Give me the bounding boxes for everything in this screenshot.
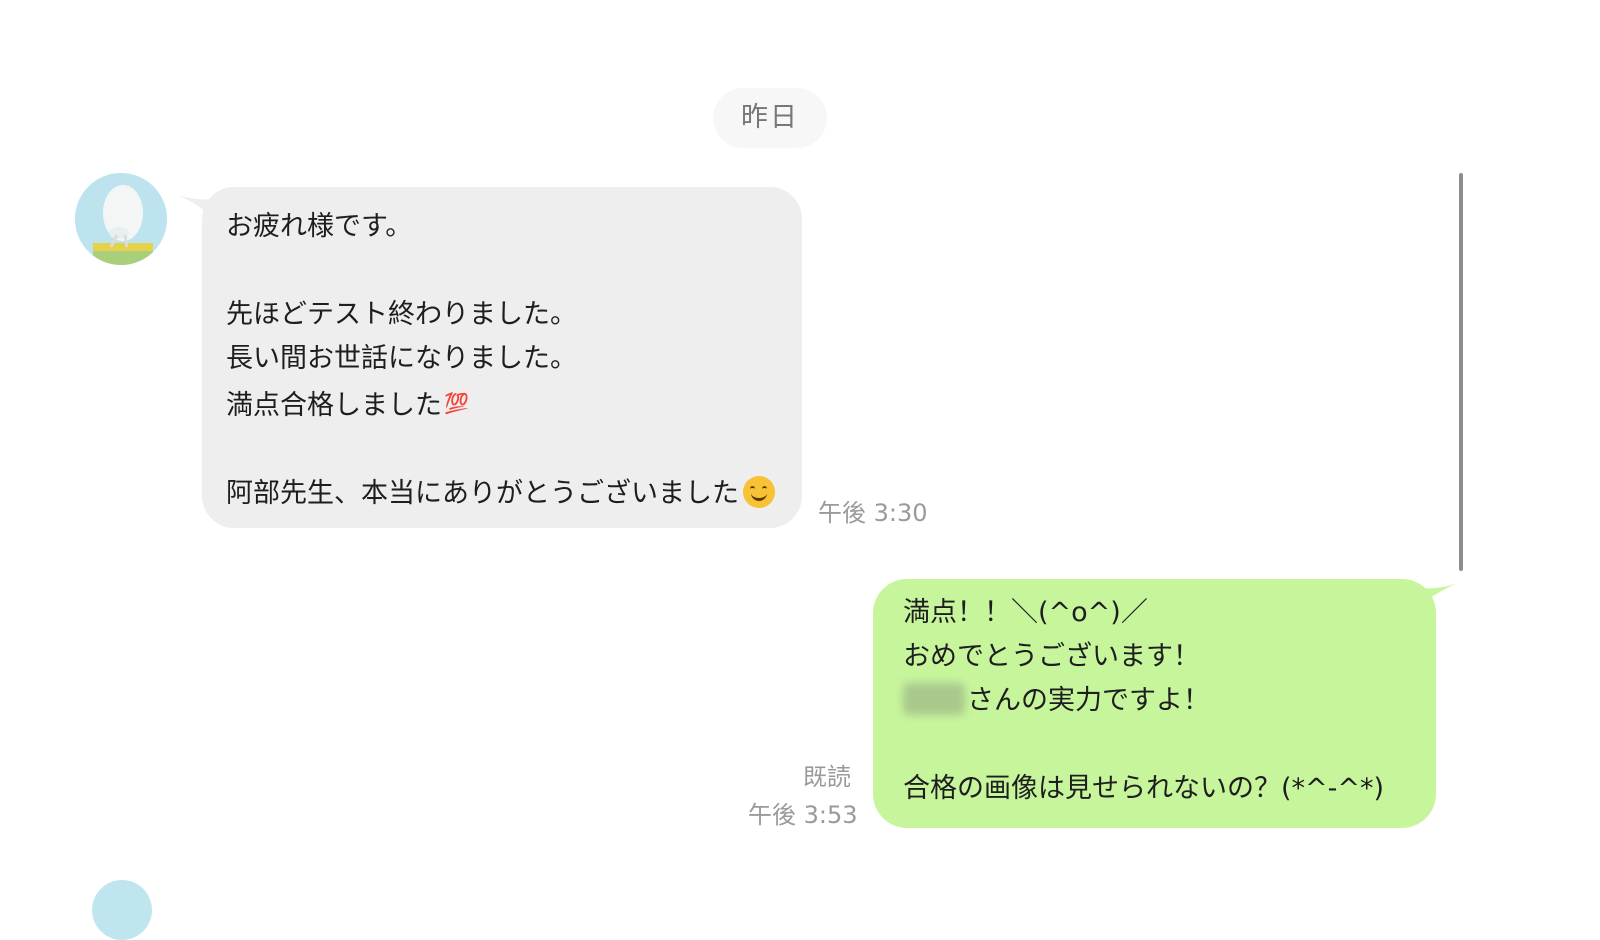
outgoing-line-2: おめでとうございます！ <box>903 641 1200 672</box>
hundred-points-icon: 💯 <box>444 391 469 415</box>
outgoing-spacer <box>903 723 1416 767</box>
chat-message-area[interactable]: 昨日 お疲れ様です。 先ほどテスト終わりました。 長い間お世話になりました。 満… <box>0 0 1600 940</box>
contact-avatar[interactable] <box>75 173 167 265</box>
blurred-name <box>903 683 965 715</box>
outgoing-line-1: 満点！！＼(^o^)／ <box>903 597 1148 628</box>
outgoing-line-4: 合格の画像は見せられないの？(*^-^*) <box>903 773 1385 804</box>
read-receipt: 既読 <box>803 763 851 791</box>
outgoing-timestamp: 午後 3:53 <box>748 801 858 829</box>
next-contact-avatar[interactable] <box>92 880 152 940</box>
outgoing-line-3-text: さんの実力ですよ！ <box>967 685 1210 716</box>
scrollbar[interactable] <box>1459 173 1463 571</box>
outgoing-line-3: さんの実力ですよ！ <box>903 679 1416 723</box>
incoming-message-closing: 阿部先生、本当にありがとうございました <box>226 478 739 509</box>
smiling-face-icon <box>743 476 775 508</box>
incoming-message-bubble[interactable]: お疲れ様です。 先ほどテスト終わりました。 長い間お世話になりました。 満点合格… <box>202 187 802 528</box>
incoming-timestamp: 午後 3:30 <box>818 499 928 527</box>
incoming-message-text: お疲れ様です。 先ほどテスト終わりました。 長い間お世話になりました。 満点合格… <box>226 211 577 421</box>
outgoing-message-bubble[interactable]: 満点！！＼(^o^)／ おめでとうございます！ さんの実力ですよ！ 合格の画像は見せ… <box>873 579 1436 828</box>
date-separator: 昨日 <box>713 88 827 148</box>
